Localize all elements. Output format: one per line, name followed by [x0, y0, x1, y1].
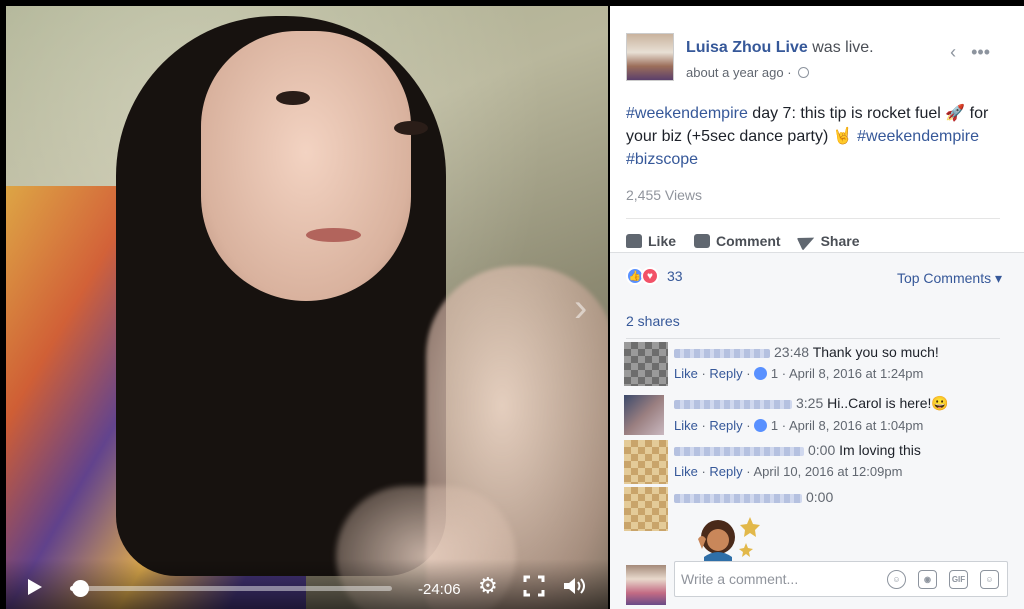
comment-like-link[interactable]: Like [674, 464, 698, 479]
time-remaining: -24:06 [418, 581, 461, 598]
gif-icon[interactable]: GIF [949, 570, 968, 589]
current-user-avatar [626, 565, 666, 605]
author-name-link[interactable]: Luisa Zhou Live [686, 39, 808, 56]
reaction-count: 33 [667, 268, 683, 284]
view-count: 2,455 Views [626, 187, 703, 203]
play-icon[interactable] [28, 579, 42, 595]
video-frame-face [201, 31, 411, 301]
progress-handle[interactable] [71, 580, 89, 597]
live-status-text: was live. [812, 39, 874, 56]
like-count-icon [754, 419, 768, 432]
comment-reply-link[interactable]: Reply [709, 418, 742, 433]
divider [626, 218, 1000, 219]
comment-like-link[interactable]: Like [674, 418, 698, 433]
chevron-left-icon[interactable]: ‹ [950, 42, 956, 62]
post-text: #weekendempire day 7: this tip is rocket… [626, 102, 1006, 171]
hashtag-link[interactable]: #bizscope [626, 151, 698, 168]
hashtag-link[interactable]: #weekendempire [626, 105, 748, 122]
comment-date[interactable]: April 8, 2016 at 1:04pm [789, 418, 923, 433]
comment-button[interactable]: Comment [694, 228, 781, 254]
post-header-icons: ‹ ••• [940, 42, 990, 63]
globe-icon [798, 67, 810, 78]
thumbs-up-icon [626, 234, 642, 248]
commenter-avatar[interactable] [624, 440, 668, 484]
hashtag-link[interactable]: #weekendempire [857, 128, 979, 145]
like-count-icon [754, 367, 768, 380]
smiley-icon[interactable]: ☺ [887, 570, 906, 589]
commenter-name[interactable] [674, 493, 802, 503]
camera-icon[interactable]: ◉ [918, 570, 937, 589]
fullscreen-icon[interactable] [523, 575, 545, 601]
like-button[interactable]: Like [626, 228, 676, 254]
commenter-name[interactable] [674, 399, 792, 409]
progress-bar[interactable] [70, 580, 392, 597]
post-sidebar: Luisa Zhou Live was live. about a year a… [610, 6, 1024, 609]
post-actions: Like Comment Share [626, 228, 860, 254]
commenter-name[interactable] [674, 446, 804, 456]
live-video-player[interactable]: › -24:06 ⚙ [6, 6, 608, 609]
comment-date[interactable]: April 10, 2016 at 12:09pm [754, 464, 903, 479]
chevron-right-icon: › [574, 286, 588, 330]
commenter-avatar[interactable] [624, 342, 668, 386]
comment-reply-link[interactable]: Reply [709, 366, 742, 381]
comment-like-link[interactable]: Like [674, 366, 698, 381]
divider [626, 338, 1000, 339]
composer-icons: ☺ ◉ GIF ☺ [887, 570, 999, 589]
gear-icon[interactable]: ⚙ [478, 575, 498, 597]
sticker-image [684, 511, 766, 563]
comment-reply-link[interactable]: Reply [709, 464, 742, 479]
love-reaction-icon: ♥ [641, 267, 659, 285]
post-meta: about a year ago · [686, 65, 810, 80]
volume-icon[interactable] [562, 575, 588, 601]
share-arrow-icon [796, 231, 817, 251]
sticker-icon[interactable]: ☺ [980, 570, 999, 589]
comment-input[interactable] [681, 569, 861, 589]
video-controls: -24:06 ⚙ [6, 559, 608, 609]
reactions-summary[interactable]: 👍 ♥ 33 [626, 267, 683, 285]
shares-link[interactable]: 2 shares [626, 313, 680, 329]
post-author-line: Luisa Zhou Live was live. [686, 39, 874, 57]
author-avatar[interactable] [626, 33, 674, 81]
commenter-avatar[interactable] [624, 487, 668, 531]
share-button[interactable]: Share [796, 228, 860, 254]
commenter-avatar[interactable] [624, 395, 664, 435]
comment-date[interactable]: April 8, 2016 at 1:24pm [789, 366, 923, 381]
comment-composer[interactable]: ☺ ◉ GIF ☺ [674, 561, 1008, 597]
commenter-name[interactable] [674, 348, 770, 358]
more-options-icon[interactable]: ••• [971, 42, 990, 62]
post-timestamp[interactable]: about a year ago [686, 65, 784, 80]
comment-bubble-icon [694, 234, 711, 248]
comment-sort-dropdown[interactable]: Top Comments ▾ [897, 270, 1002, 287]
